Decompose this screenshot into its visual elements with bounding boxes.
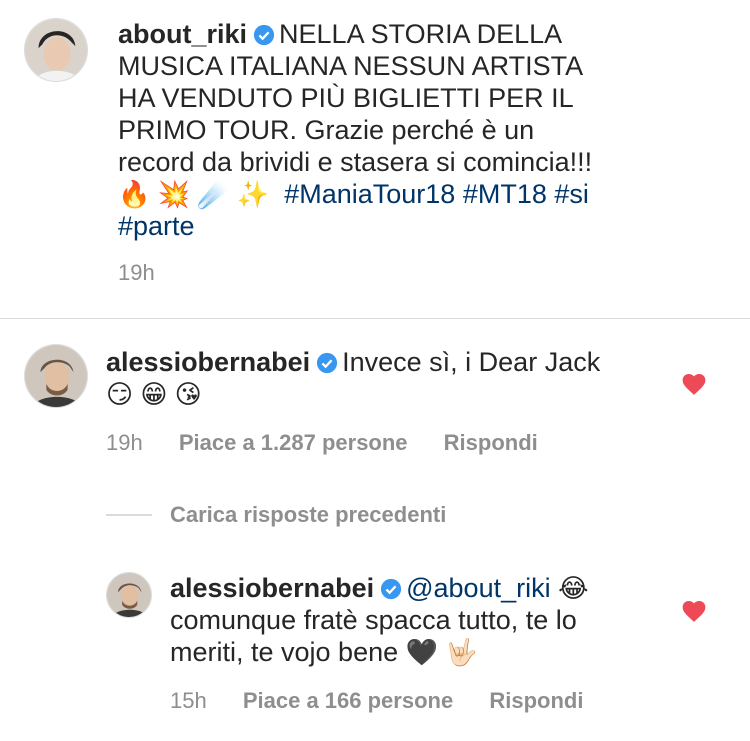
reply-reply-button[interactable]: Rispondi bbox=[489, 688, 583, 713]
verified-badge-icon bbox=[316, 349, 338, 374]
reply-emojis-heart-hand: 🖤 🤟🏻 bbox=[405, 637, 478, 667]
verified-badge-icon bbox=[253, 21, 275, 46]
comment-like-heart-icon[interactable] bbox=[681, 372, 707, 396]
avatar-about-riki[interactable] bbox=[24, 18, 88, 82]
reply-likes[interactable]: Piace a 166 persone bbox=[243, 688, 453, 713]
reply-username[interactable]: alessiobernabei bbox=[170, 573, 374, 603]
replies-line bbox=[106, 514, 152, 516]
reply-time: 15h bbox=[170, 688, 207, 713]
comment-username[interactable]: alessiobernabei bbox=[106, 347, 310, 377]
comment-emojis: 😏 😁 😘 bbox=[106, 379, 202, 409]
reply-meta: 15h Piace a 166 persone Rispondi bbox=[170, 688, 583, 714]
caption-line-2: MUSICA ITALIANA NESSUN ARTISTA bbox=[118, 51, 584, 81]
comment-likes[interactable]: Piace a 1.287 persone bbox=[179, 430, 408, 455]
avatar-alessiobernabei[interactable] bbox=[24, 344, 88, 408]
load-previous-replies[interactable]: Carica risposte precedenti bbox=[170, 502, 446, 528]
hashtag-maniatour18[interactable]: #ManiaTour18 bbox=[284, 179, 455, 209]
avatar-alessiobernabei-reply[interactable] bbox=[106, 572, 152, 618]
post-caption: about_riki NELLA STORIA DELLA MUSICA ITAL… bbox=[118, 18, 738, 242]
post-username[interactable]: about_riki bbox=[118, 19, 247, 49]
comment-text: Invece sì, i Dear Jack bbox=[342, 347, 601, 377]
comment-body: alessiobernabei Invece sì, i Dear Jack 😏 … bbox=[106, 346, 666, 410]
verified-badge-icon bbox=[380, 575, 402, 600]
post-time: 19h bbox=[118, 260, 155, 285]
hashtag-si[interactable]: #si bbox=[554, 179, 589, 209]
reply-body: alessiobernabei @about_riki 😂 comunque fr… bbox=[170, 572, 670, 668]
comment-reply-button[interactable]: Rispondi bbox=[444, 430, 538, 455]
reply-mention[interactable]: @about_riki bbox=[406, 573, 550, 603]
divider bbox=[0, 318, 750, 319]
caption-line-5: record da brividi e stasera si comincia!… bbox=[118, 147, 593, 177]
caption-line-1: NELLA STORIA DELLA bbox=[279, 19, 563, 49]
caption-line-3: HA VENDUTO PIÙ BIGLIETTI PER IL bbox=[118, 83, 574, 113]
reply-emoji-laugh: 😂 bbox=[558, 573, 589, 603]
comment-meta: 19h Piace a 1.287 persone Rispondi bbox=[106, 430, 538, 456]
reply-line-2: comunque fratè spacca tutto, te lo bbox=[170, 605, 577, 635]
comment-time: 19h bbox=[106, 430, 143, 455]
caption-emojis: 🔥 💥 ☄️ ✨ bbox=[118, 179, 270, 209]
hashtag-mt18[interactable]: #MT18 bbox=[463, 179, 547, 209]
hashtag-parte[interactable]: #parte bbox=[118, 211, 195, 241]
caption-line-4: PRIMO TOUR. Grazie perché è un bbox=[118, 115, 535, 145]
reply-line-3: meriti, te vojo bene bbox=[170, 637, 399, 667]
reply-like-heart-icon[interactable] bbox=[681, 599, 707, 623]
